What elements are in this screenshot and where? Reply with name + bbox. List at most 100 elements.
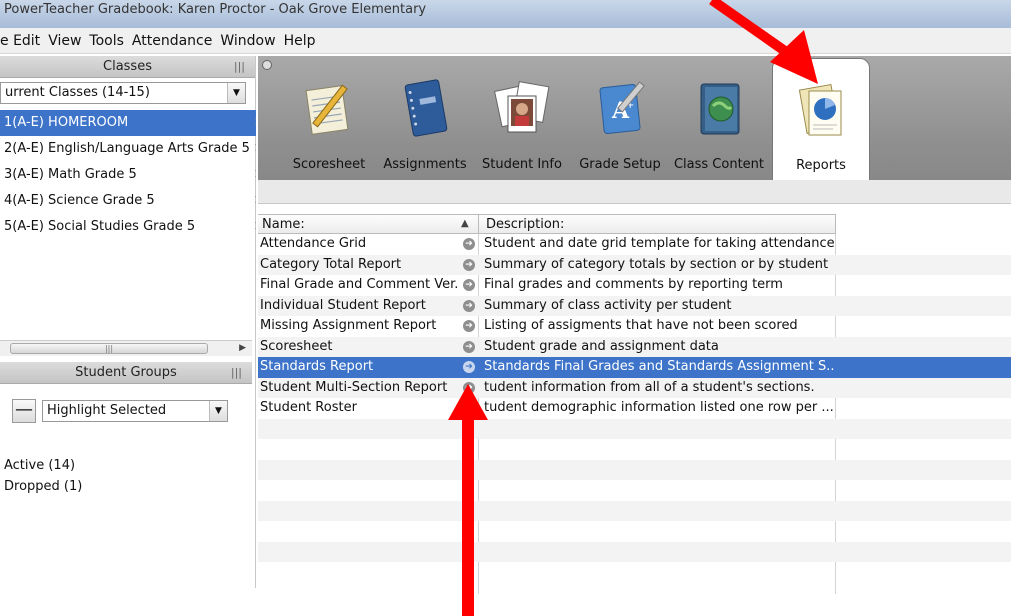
row-description: Summary of category totals by section or… [484,256,829,272]
classes-hscrollbar[interactable]: ||| ▶ [0,340,252,356]
module-toolbar: Scoresheet Assignments Student Info A + … [258,56,1011,180]
table-row[interactable]: Category Total Report ➔ Summary of categor… [258,254,1011,275]
student-groups-header-label: Student Groups [75,365,177,380]
class-item[interactable]: 3(A-E) Math Grade 5 1 [0,162,256,188]
table-row-empty [258,480,1011,501]
reports-header-strip [258,180,1011,204]
tab-label: Reports [796,158,846,173]
scoresheet-icon [305,84,349,135]
go-arrow-icon[interactable]: ➔ [463,299,475,312]
row-name: Attendance Grid [260,236,367,251]
panel-grip-icon[interactable]: ||| [231,362,242,384]
group-item[interactable]: Dropped (1) [4,479,82,494]
panel-grip-icon[interactable]: ||| [234,56,245,78]
menu-view[interactable]: View [48,33,81,49]
group-mode-select[interactable]: Highlight Selected ▼ [42,400,228,422]
go-arrow-icon[interactable]: ➔ [463,258,475,271]
go-arrow-icon[interactable]: ➔ [463,361,475,373]
row-description: Standards Final Grades and Standards Ass… [484,359,834,374]
groups-toolbar: — Highlight Selected ▼ [0,396,252,426]
reports-table: Name: ▲ Description: Attendance Grid ➔ Stu… [258,204,1011,594]
go-arrow-icon[interactable]: ➔ [463,320,475,332]
classes-header: Classes ||| [0,56,255,78]
class-item-label: 3(A-E) Math Grade 5 [4,167,137,182]
annotation-arrow-reports-icon [709,0,818,84]
row-name: Individual Student Report [260,297,426,313]
class-item[interactable]: 5(A-E) Social Studies Grade 5 1 [0,214,256,240]
student-groups-header: Student Groups ||| [0,362,252,384]
table-row[interactable]: Missing Assignment Report ➔ Listing of ass… [258,316,1011,337]
menu-bar: e Edit View Tools Attendance Window Help [0,28,1011,54]
row-name: Final Grade and Comment Ver... [260,277,458,292]
window-titlebar: PowerTeacher Gradebook: Karen Proctor - … [0,0,1011,28]
row-name: Standards Report [260,359,374,374]
chevron-down-icon[interactable]: ▼ [227,83,245,103]
table-row[interactable]: Final Grade and Comment Ver... ➔ Final gra… [258,275,1011,296]
table-row[interactable]: Scoresheet ➔ Student grade and assignment … [258,336,1011,357]
remove-group-button[interactable]: — [12,399,36,423]
menu-window[interactable]: Window [220,33,275,49]
class-term-value: urrent Classes (14-15) [5,85,150,100]
class-item[interactable]: 1(A-E) HOMEROOM 1 [0,110,256,136]
tab-assignments[interactable]: Assignments [378,56,472,180]
column-divider[interactable] [478,215,479,233]
row-name: Student Multi-Section Report [260,379,448,395]
tab-student-info[interactable]: Student Info [474,56,570,180]
window-title: PowerTeacher Gradebook: Karen Proctor - … [4,2,427,17]
table-row-empty [258,459,1011,480]
row-description: tudent information from all of a student… [484,379,815,395]
student-info-icon [494,81,550,133]
tab-label: Assignments [383,157,467,172]
assignments-icon [404,79,448,137]
table-header: Name: ▲ Description: [258,214,836,234]
menu-edit[interactable]: e Edit [0,33,40,49]
scroll-right-icon[interactable]: ▶ [239,343,246,353]
class-item-num: 1 [254,188,256,214]
table-row-empty [258,562,1011,583]
row-name: Category Total Report [260,256,402,272]
table-row[interactable]: Individual Student Report ➔ Summary of cla… [258,295,1011,316]
scroll-thumb[interactable]: ||| [10,343,208,354]
col-header-description[interactable]: Description: [486,217,564,232]
go-arrow-icon[interactable]: ➔ [463,279,475,291]
class-item-label: 5(A-E) Social Studies Grade 5 [4,219,196,234]
tab-grade-setup[interactable]: A + Grade Setup [572,56,668,180]
table-row-selected[interactable]: Standards Report ➔ Standards Final Grades … [258,357,1011,378]
class-item-num: 1 [254,162,256,188]
tab-scoresheet[interactable]: Scoresheet [282,56,376,180]
col-header-name[interactable]: Name: [262,217,305,232]
group-mode-value: Highlight Selected [47,403,167,418]
tab-label: Scoresheet [292,157,366,172]
table-row[interactable]: Student Roster➔tudent demographic inform… [258,398,1011,419]
class-item[interactable]: 4(A-E) Science Grade 5 1 [0,188,256,214]
menu-help[interactable]: Help [284,33,316,49]
go-arrow-icon[interactable]: ➔ [463,238,475,250]
row-name: Missing Assignment Report [260,318,437,333]
class-term-select[interactable]: urrent Classes (14-15) ▼ [0,82,246,104]
table-row[interactable]: Attendance Grid ➔ Student and date grid te… [258,234,1011,255]
left-panel: Classes ||| urrent Classes (14-15) ▼ 1(A… [0,56,256,588]
table-row-empty [258,418,1011,439]
toolbar-toggle-icon[interactable] [262,60,272,70]
table-row[interactable]: Student Multi-Section Report➔tudent info… [258,377,1011,398]
row-description: tudent demographic information listed on… [484,400,834,415]
grade-setup-icon: A + [599,81,645,134]
annotation-arrow-standards-report [448,384,488,616]
chevron-down-icon[interactable]: ▼ [209,401,227,421]
row-description: Final grades and comments by reporting t… [484,277,783,292]
group-item[interactable]: Active (14) [4,458,75,473]
go-arrow-icon[interactable]: ➔ [463,340,475,353]
class-item-label: 1(A-E) HOMEROOM [4,115,129,130]
table-row-empty [258,541,1011,562]
table-row-empty [258,500,1011,521]
table-row-empty [258,439,1011,460]
class-item-label: 2(A-E) English/Language Arts Grade 5 [4,141,250,156]
menu-attendance[interactable]: Attendance [132,33,212,49]
menu-tools[interactable]: Tools [89,33,124,49]
class-item-num: 1 [254,214,256,240]
class-item[interactable]: 2(A-E) English/Language Arts Grade 5 1 [0,136,256,162]
tab-label: Grade Setup [579,157,661,172]
row-description: Summary of class activity per student [484,297,732,313]
row-description: Listing of assigments that have not been… [484,318,798,333]
sort-ascending-icon[interactable]: ▲ [461,218,469,229]
